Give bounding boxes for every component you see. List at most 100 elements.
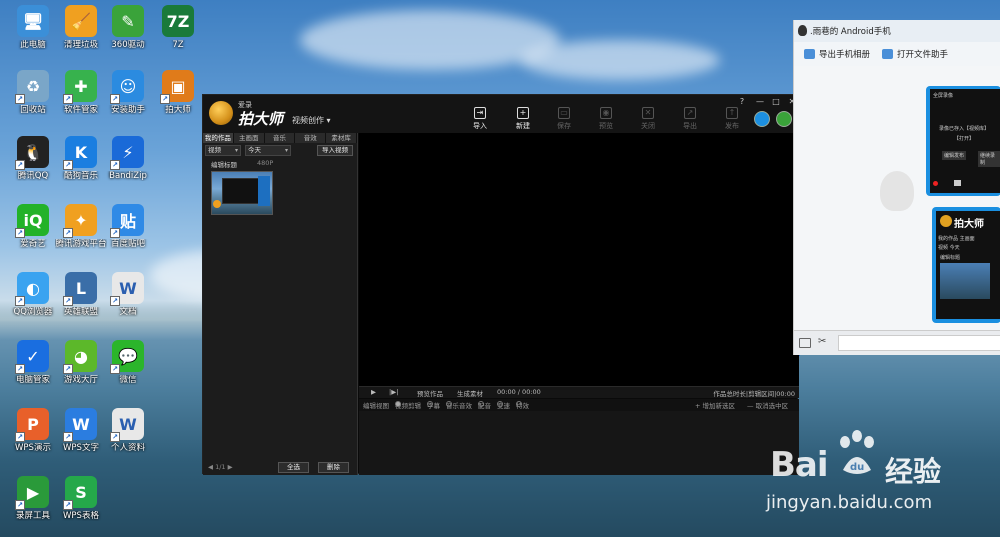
publish-tool-button[interactable]: ↑ 发布: [717, 107, 747, 131]
edit-view-option[interactable]: 特效: [516, 401, 529, 410]
select-all-button[interactable]: 全选: [278, 462, 309, 473]
paw-icon: du: [840, 430, 874, 474]
pager[interactable]: ◀ 1/1 ▶: [208, 463, 233, 471]
desktop-icon[interactable]: ▶ ↗ 录屏工具: [7, 476, 59, 536]
app-icon: 🧹: [65, 5, 97, 37]
time-readout: 00:00 / 00:00: [497, 388, 541, 396]
media-tab[interactable]: 主画面: [233, 133, 265, 143]
date-select[interactable]: 今天 ▾: [245, 145, 291, 156]
shortcut-arrow-icon: ↗: [110, 296, 120, 306]
message-bubble[interactable]: 拍大师 我的作品 主画面 视频 今天 编辑标题: [932, 207, 1000, 323]
track-area[interactable]: [359, 411, 799, 475]
desktop-icon[interactable]: ⚡ ↗ BandiZip: [102, 136, 154, 196]
preview-area[interactable]: [359, 133, 799, 386]
desktop-icon-label: 拍大师: [165, 105, 191, 115]
clip-title[interactable]: 编辑标题: [211, 159, 237, 169]
desktop-icon[interactable]: ✚ ↗ 软件管家: [55, 70, 107, 130]
media-tab[interactable]: 音效: [295, 133, 327, 143]
save-tool-button[interactable]: ▭ 保存: [549, 107, 579, 131]
desktop-icon[interactable]: L ↗ 英雄联盟: [55, 272, 107, 332]
desktop-icon[interactable]: iQ ↗ 爱奇艺: [7, 204, 59, 264]
import-icon: ⇥: [474, 107, 486, 119]
edit-view-bar: 编辑视图 视频剪辑 字幕 音乐音效 配音 变速 特效 + 增加新选区 — 取消选中区: [359, 399, 799, 411]
export-tool-button[interactable]: ↗ 导出: [675, 107, 705, 131]
app-icon: ✓ ↗: [15, 340, 49, 374]
new-tool-button[interactable]: + 新建: [508, 107, 538, 131]
desktop-icon[interactable]: W ↗ 个人资料: [102, 408, 154, 468]
app-icon: 🐧 ↗: [15, 136, 49, 170]
media-tab[interactable]: 音乐: [264, 133, 296, 143]
desktop-icon[interactable]: K ↗ 酷狗音乐: [55, 136, 107, 196]
media-tab[interactable]: 我的作品: [203, 133, 234, 143]
app-icon: L ↗: [63, 272, 97, 306]
desktop-icon[interactable]: ◐ ↗ QQ浏览器: [7, 272, 59, 332]
type-select[interactable]: 视频 ▾: [205, 145, 241, 156]
desktop-icon-label: 游戏大厅: [63, 375, 98, 385]
desktop-icon[interactable]: 🖥 此电脑: [7, 5, 59, 65]
apple-icon[interactable]: [754, 111, 770, 127]
close-icon: ✕: [642, 107, 654, 119]
desktop-icon[interactable]: S ↗ WPS表格: [55, 476, 107, 536]
desktop-icon[interactable]: ☺ ↗ 安装助手: [102, 70, 154, 130]
bubble1-line: 继续录制: [978, 151, 1000, 167]
desktop-icon[interactable]: 贴 ↗ 百度贴吧: [102, 204, 154, 264]
preview-work-button[interactable]: 预览作品: [417, 388, 443, 398]
app-header: 爱录 拍大师 视频创作 ▾ ⇥ 导入 + 新建 ▭ 保存 ◉ 预览 ✕ 关闭 ↗ 导出 ↑ 发布 ? — □ ✕: [203, 95, 799, 133]
shortcut-arrow-icon: ↗: [63, 296, 73, 306]
tool-label: 导入: [473, 122, 487, 130]
desktop-icon[interactable]: 🧹 清理垃圾: [55, 5, 107, 65]
desktop-icon[interactable]: ✦ ↗ 腾讯游戏平台: [55, 204, 107, 264]
desktop-icon[interactable]: ◕ ↗ 游戏大厅: [55, 340, 107, 400]
scissors-icon[interactable]: ✂: [818, 336, 826, 347]
desktop-icon[interactable]: ♻ ↗ 回收站: [7, 70, 59, 130]
play-button[interactable]: ▶: [371, 388, 376, 396]
mode-dropdown[interactable]: 视频创作 ▾: [292, 115, 331, 126]
close-tool-button[interactable]: ✕ 关闭: [633, 107, 663, 131]
shortcut-arrow-icon: ↗: [110, 364, 120, 374]
edit-view-option[interactable]: 变速: [497, 401, 510, 410]
preview-tool-button[interactable]: ◉ 预览: [591, 107, 621, 131]
minimize-icon[interactable]: —: [755, 97, 765, 106]
bubble1-line: 编辑发布: [942, 151, 967, 160]
desktop-icon[interactable]: ✓ ↗ 电脑管家: [7, 340, 59, 400]
app-icon: 🖥: [17, 5, 49, 37]
desktop-icon[interactable]: P ↗ WPS演示: [7, 408, 59, 468]
edit-view-option[interactable]: 字幕: [427, 401, 440, 410]
app-icon: ☺ ↗: [110, 70, 144, 104]
save-icon: ▭: [558, 107, 570, 119]
maximize-icon[interactable]: □: [771, 97, 781, 106]
app-icon-glyph: ◐: [26, 278, 40, 298]
message-bubble[interactable]: 全屏录像 录像已存入【视频库】 【打开】 编辑发布 继续录制: [926, 86, 1000, 196]
generate-material-button[interactable]: 生成素材: [457, 388, 483, 398]
export-album-button[interactable]: 导出手机相册: [804, 48, 870, 60]
folder-icon[interactable]: [799, 338, 811, 348]
desktop-icon[interactable]: W ↗ 文档: [102, 272, 154, 332]
delete-button[interactable]: 删除: [318, 462, 349, 473]
clip-thumbnail[interactable]: [211, 171, 273, 215]
add-range-button[interactable]: + 增加新选区: [695, 400, 735, 410]
desktop-icon[interactable]: W ↗ WPS文字: [55, 408, 107, 468]
import-tool-button[interactable]: ⇥ 导入: [465, 107, 495, 131]
android-icon[interactable]: [776, 111, 792, 127]
app-icon: 7Z: [162, 5, 194, 37]
desktop-icon[interactable]: 💬 ↗ 微信: [102, 340, 154, 400]
edit-view-option[interactable]: 音乐音效: [446, 401, 472, 410]
open-file-helper-button[interactable]: 打开文件助手: [882, 48, 948, 60]
desktop-icon[interactable]: 🐧 ↗ 腾讯QQ: [7, 136, 59, 196]
desktop-icon[interactable]: ▣ ↗ 拍大师: [152, 70, 204, 130]
help-icon[interactable]: ?: [737, 97, 747, 106]
shortcut-arrow-icon: ↗: [15, 228, 25, 238]
message-input[interactable]: [838, 335, 1000, 351]
desktop-icon[interactable]: ✎ 360驱动: [102, 5, 154, 65]
edit-view-option[interactable]: 配音: [478, 401, 491, 410]
app-icon-glyph: 🧹: [71, 11, 91, 31]
desktop-icon[interactable]: 7Z 7Z: [152, 5, 204, 65]
camera-icon: [954, 180, 961, 186]
shortcut-arrow-icon: ↗: [160, 94, 170, 104]
app-icon-glyph: P: [27, 414, 39, 434]
step-button[interactable]: |▶|: [389, 388, 398, 396]
import-video-button[interactable]: 导入视频: [317, 145, 353, 156]
cancel-range-button[interactable]: — 取消选中区: [747, 400, 788, 410]
media-tab[interactable]: 素材库: [326, 133, 357, 143]
edit-view-option[interactable]: 视频剪辑: [395, 401, 421, 410]
